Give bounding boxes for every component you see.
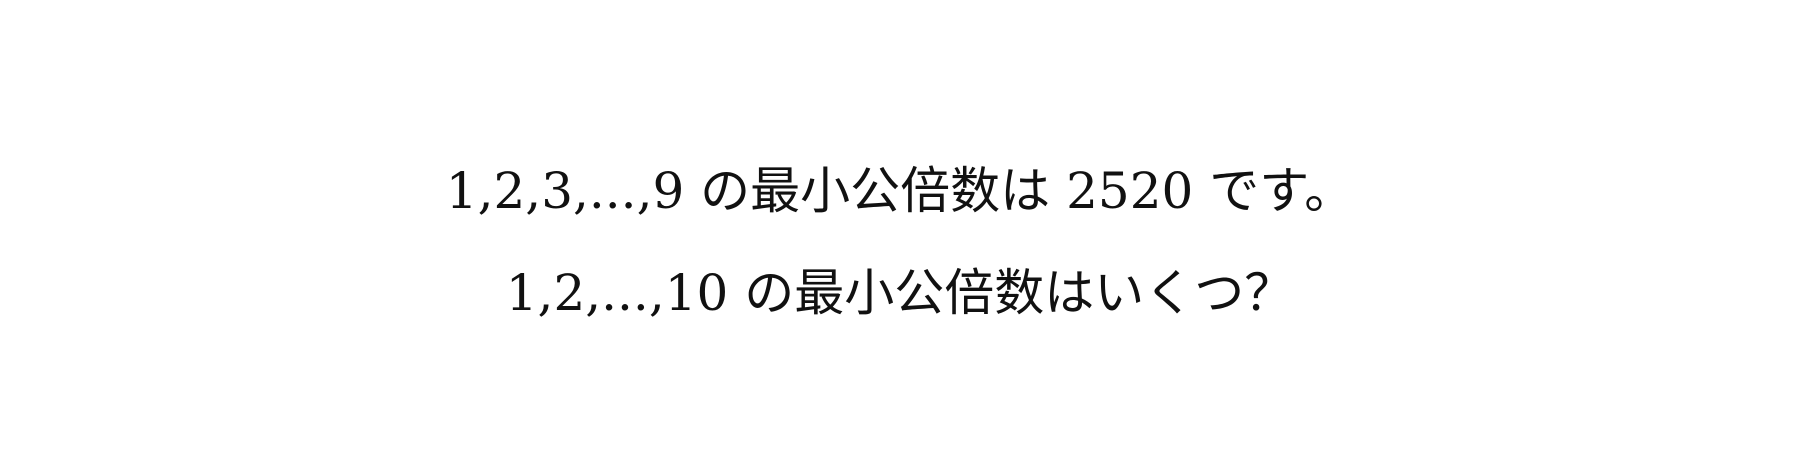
problem-text: 1,2,3,...,9 の最小公倍数は 2520 です。 1,2,...,10 … bbox=[0, 140, 1800, 344]
problem-page: 1,2,3,...,9 の最小公倍数は 2520 です。 1,2,...,10 … bbox=[0, 0, 1800, 450]
problem-line-1: 1,2,3,...,9 の最小公倍数は 2520 です。 bbox=[445, 162, 1355, 220]
problem-line-2: 1,2,...,10 の最小公倍数はいくつ？ bbox=[505, 264, 1295, 322]
